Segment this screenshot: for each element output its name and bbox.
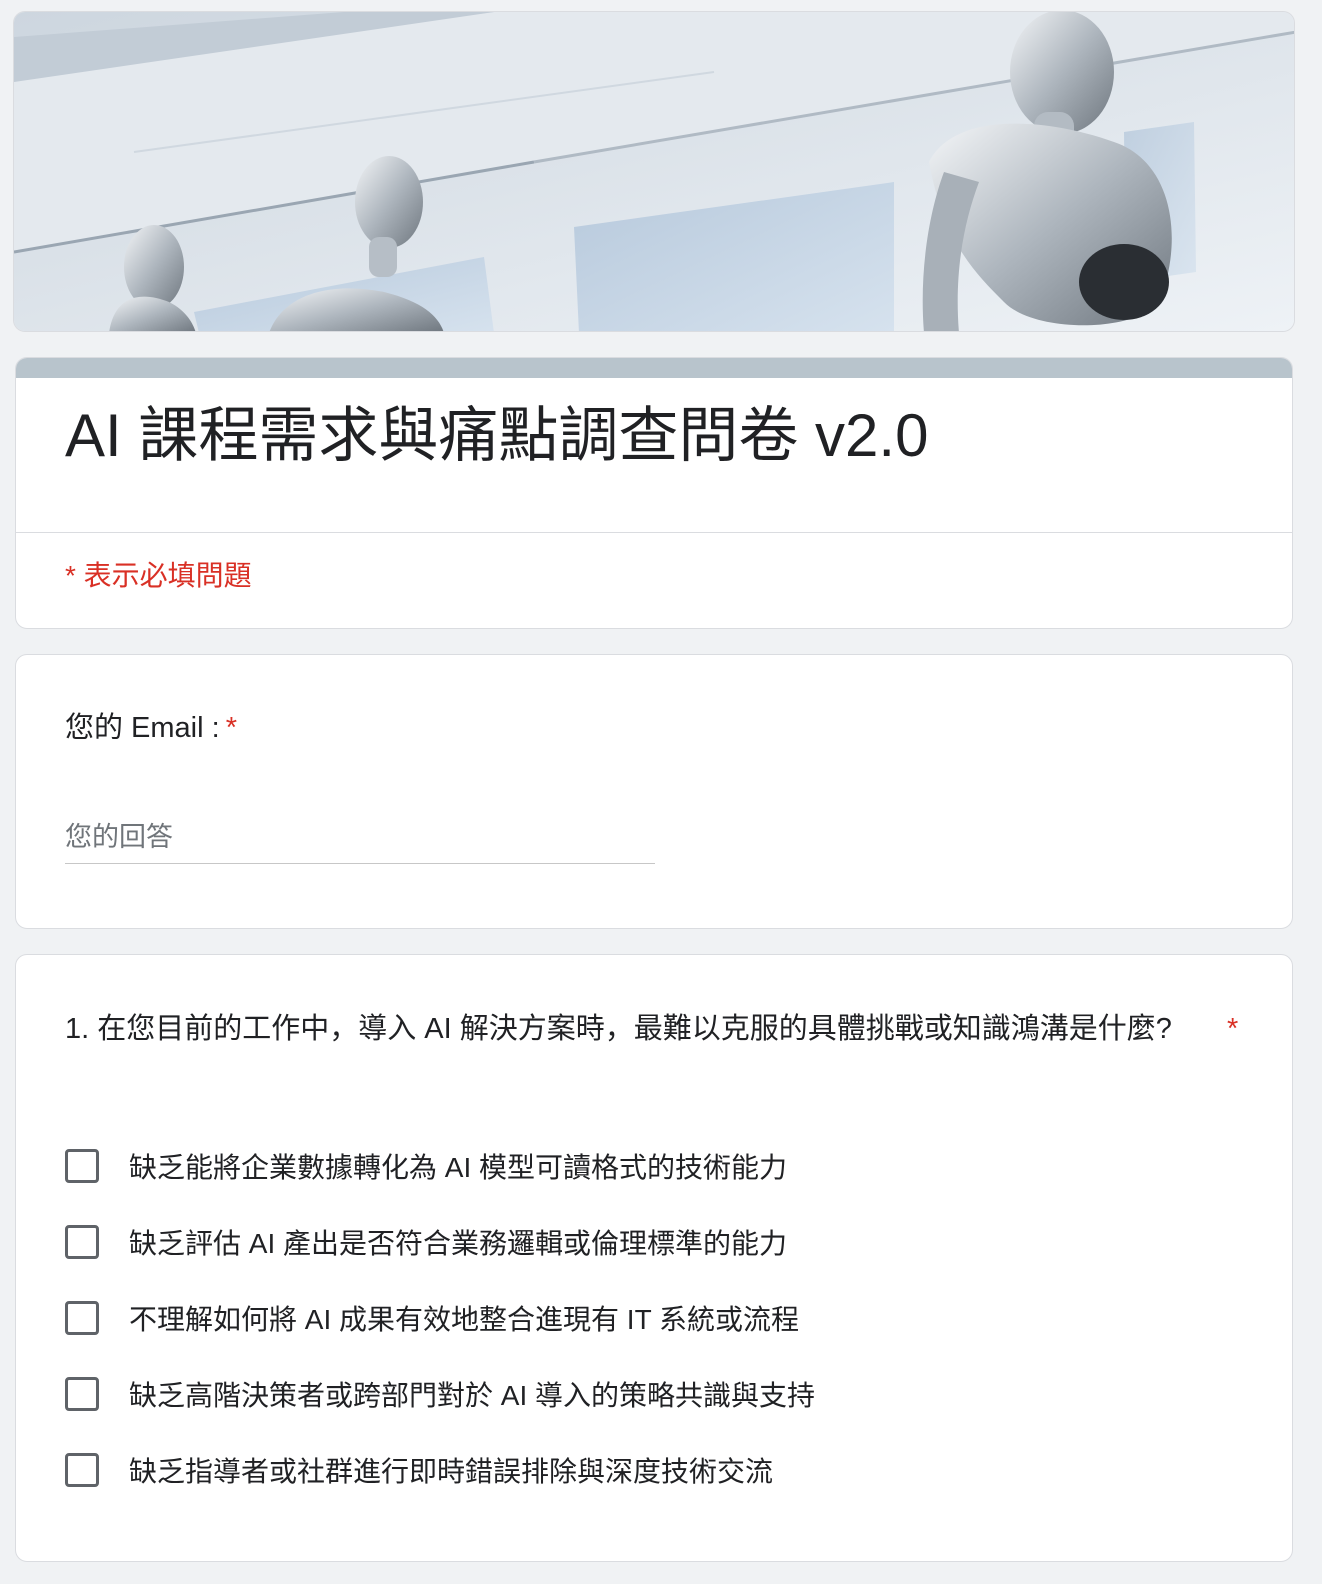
- question-1-card: 1. 在您目前的工作中，導入 AI 解決方案時，最難以克服的具體挑戰或知識鴻溝是…: [15, 954, 1293, 1562]
- checkbox[interactable]: [65, 1453, 99, 1487]
- checkbox-option[interactable]: 不理解如何將 AI 成果有效地整合進現有 IT 系統或流程: [65, 1299, 815, 1337]
- checkbox-option-label: 缺乏指導者或社群進行即時錯誤排除與深度技術交流: [129, 1456, 774, 1487]
- checkbox-option[interactable]: 缺乏高階決策者或跨部門對於 AI 導入的策略共識與支持: [65, 1375, 815, 1413]
- checkbox-option-label: 缺乏能將企業數據轉化為 AI 模型可讀格式的技術能力: [129, 1152, 788, 1183]
- checkbox-option-label: 缺乏評估 AI 產出是否符合業務邏輯或倫理標準的能力: [129, 1228, 788, 1259]
- required-asterisk: *: [225, 712, 237, 744]
- form-accent-bar: [16, 358, 1292, 378]
- email-question-title: 您的 Email : *: [65, 707, 237, 751]
- checkbox[interactable]: [65, 1301, 99, 1335]
- email-answer-input[interactable]: [65, 812, 655, 864]
- checkbox[interactable]: [65, 1377, 99, 1411]
- header-banner-image: [13, 11, 1295, 332]
- form-title: AI 課程需求與痛點調查問卷 v2.0: [65, 402, 929, 469]
- required-note: * 表示必填問題: [65, 560, 252, 591]
- email-question-label: 您的 Email :: [65, 712, 220, 744]
- checkbox-option[interactable]: 缺乏評估 AI 產出是否符合業務邏輯或倫理標準的能力: [65, 1223, 815, 1261]
- form-header-card: AI 課程需求與痛點調查問卷 v2.0 * 表示必填問題: [15, 357, 1293, 629]
- email-question-card: 您的 Email : *: [15, 654, 1293, 929]
- checkbox-option-label: 不理解如何將 AI 成果有效地整合進現有 IT 系統或流程: [129, 1304, 799, 1335]
- checkbox-option[interactable]: 缺乏指導者或社群進行即時錯誤排除與深度技術交流: [65, 1451, 815, 1489]
- question-1-options: 缺乏能將企業數據轉化為 AI 模型可讀格式的技術能力 缺乏評估 AI 產出是否符…: [65, 1147, 815, 1527]
- checkbox[interactable]: [65, 1225, 99, 1259]
- checkbox-option-label: 缺乏高階決策者或跨部門對於 AI 導入的策略共識與支持: [129, 1380, 816, 1411]
- checkbox[interactable]: [65, 1149, 99, 1183]
- required-asterisk: *: [1227, 1013, 1239, 1045]
- checkbox-option[interactable]: 缺乏能將企業數據轉化為 AI 模型可讀格式的技術能力: [65, 1147, 815, 1185]
- title-divider: [16, 532, 1292, 533]
- question-1-title: 1. 在您目前的工作中，導入 AI 解決方案時，最難以克服的具體挑戰或知識鴻溝是…: [65, 1013, 1172, 1045]
